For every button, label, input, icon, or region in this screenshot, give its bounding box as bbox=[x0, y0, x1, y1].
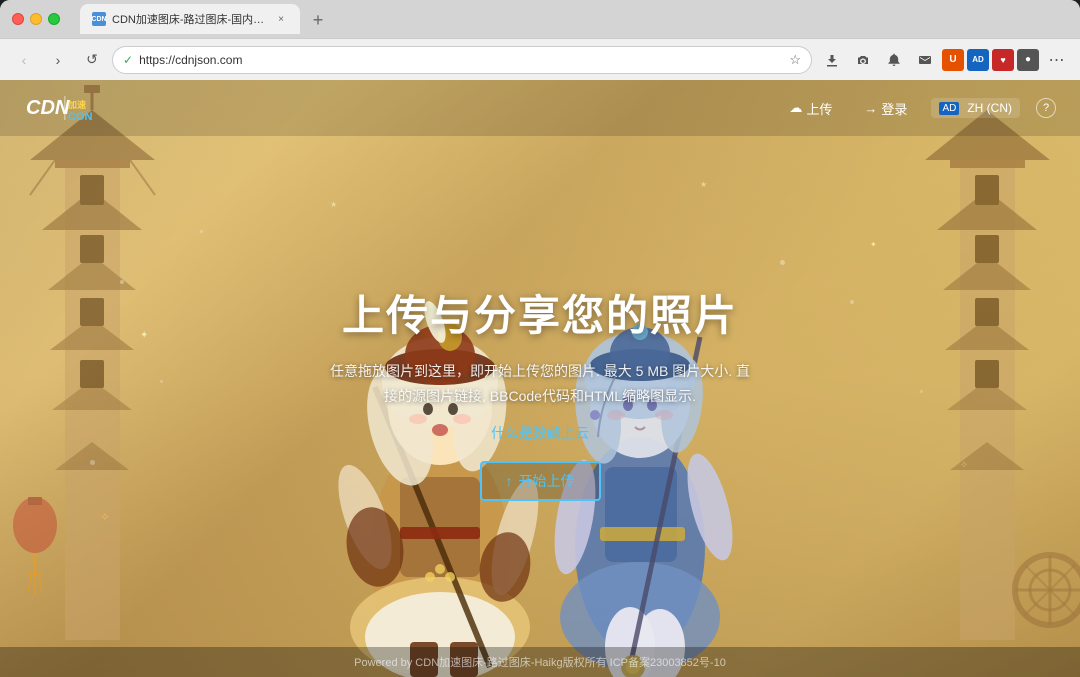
hero-title: 上传与分享您的照片 bbox=[342, 282, 738, 343]
question-mark-icon: ? bbox=[1043, 102, 1049, 114]
ext-circle-icon[interactable]: ● bbox=[1017, 49, 1039, 71]
ext-ad-icon[interactable]: AD bbox=[967, 49, 989, 71]
maximize-window-button[interactable] bbox=[48, 13, 60, 25]
forward-icon: › bbox=[56, 52, 61, 68]
toolbar-extensions: U AD ♥ ● ⋯ bbox=[818, 46, 1070, 74]
language-label: ZH (CN) bbox=[967, 101, 1012, 115]
secure-icon: ✓ bbox=[123, 53, 133, 67]
start-btn-label: 开始上传 bbox=[519, 471, 575, 491]
svg-text:CDN: CDN bbox=[26, 97, 70, 119]
forward-button[interactable]: › bbox=[44, 46, 72, 74]
header-actions: ☁ 上传 → 登录 AD ZH (CN) ? bbox=[781, 95, 1056, 122]
address-bar-actions: ☆ bbox=[789, 52, 801, 68]
minimize-window-button[interactable] bbox=[30, 13, 42, 25]
webpage-content: ✦ ✦ ✧ ✧ ★ ★ CDN 加速 CON bbox=[0, 80, 1080, 677]
upload-arrow-icon: ↑ bbox=[506, 473, 513, 489]
back-button[interactable]: ‹ bbox=[10, 46, 38, 74]
upload-header-button[interactable]: ☁ 上传 bbox=[781, 95, 840, 122]
hero-description: 任意拖放图片到这里，即开始上传您的图片. 最大 5 MB 图片大小. 直接的源图… bbox=[330, 359, 750, 409]
tab-close-button[interactable]: × bbox=[274, 12, 288, 26]
login-header-button[interactable]: → 登录 bbox=[856, 95, 915, 122]
start-upload-button[interactable]: ↑ 开始上传 bbox=[480, 461, 601, 501]
ext-u-icon[interactable]: U bbox=[942, 49, 964, 71]
login-arrow-icon: → bbox=[864, 101, 877, 116]
tab-title: CDN加速图床-路过图床-国内图床 bbox=[112, 11, 268, 27]
refresh-icon: ↺ bbox=[86, 51, 98, 68]
more-button[interactable]: ⋯ bbox=[1042, 46, 1070, 74]
url-display: https://cdnjson.com bbox=[139, 53, 783, 67]
download-icon[interactable] bbox=[818, 46, 846, 74]
traffic-lights bbox=[12, 13, 60, 25]
svg-text:CON: CON bbox=[68, 111, 93, 123]
site-logo[interactable]: CDN 加速 CON bbox=[24, 92, 144, 124]
close-window-button[interactable] bbox=[12, 13, 24, 25]
ext-heart-icon[interactable]: ♥ bbox=[992, 49, 1014, 71]
active-tab[interactable]: CDN CDN加速图床-路过图床-国内图床 × bbox=[80, 4, 300, 34]
upload-label: 上传 bbox=[806, 99, 832, 118]
new-tab-button[interactable]: + bbox=[304, 6, 332, 34]
language-selector[interactable]: AD ZH (CN) bbox=[931, 98, 1020, 118]
hero-section: 上传与分享您的照片 任意拖放图片到这里，即开始上传您的图片. 最大 5 MB 图… bbox=[0, 136, 1080, 647]
title-bar: CDN CDN加速图床-路过图床-国内图床 × + bbox=[0, 0, 1080, 38]
ai-label: AD bbox=[939, 102, 959, 115]
hero-learn-more-link[interactable]: 什么是数藏上云 bbox=[491, 423, 589, 443]
footer-text: Powered by CDN加速图床-路过图床-Haikg版权所有 ICP备案2… bbox=[354, 654, 726, 670]
help-button[interactable]: ? bbox=[1036, 98, 1056, 118]
browser-toolbar: ‹ › ↺ ✓ https://cdnjson.com ☆ bbox=[0, 38, 1080, 80]
bell-icon[interactable] bbox=[880, 46, 908, 74]
address-bar[interactable]: ✓ https://cdnjson.com ☆ bbox=[112, 46, 812, 74]
mail-icon[interactable] bbox=[911, 46, 939, 74]
bookmark-icon[interactable]: ☆ bbox=[789, 52, 801, 68]
tab-favicon: CDN bbox=[92, 12, 106, 26]
refresh-button[interactable]: ↺ bbox=[78, 46, 106, 74]
site-footer: Powered by CDN加速图床-路过图床-Haikg版权所有 ICP备案2… bbox=[0, 647, 1080, 677]
upload-cloud-icon: ☁ bbox=[789, 100, 802, 116]
camera-icon[interactable] bbox=[849, 46, 877, 74]
login-label: 登录 bbox=[881, 99, 907, 118]
back-icon: ‹ bbox=[22, 52, 27, 68]
svg-text:加速: 加速 bbox=[67, 99, 86, 110]
site-header: CDN 加速 CON ☁ 上传 → 登录 AD bbox=[0, 80, 1080, 136]
browser-window: CDN CDN加速图床-路过图床-国内图床 × + ‹ › ↺ ✓ https:… bbox=[0, 0, 1080, 677]
